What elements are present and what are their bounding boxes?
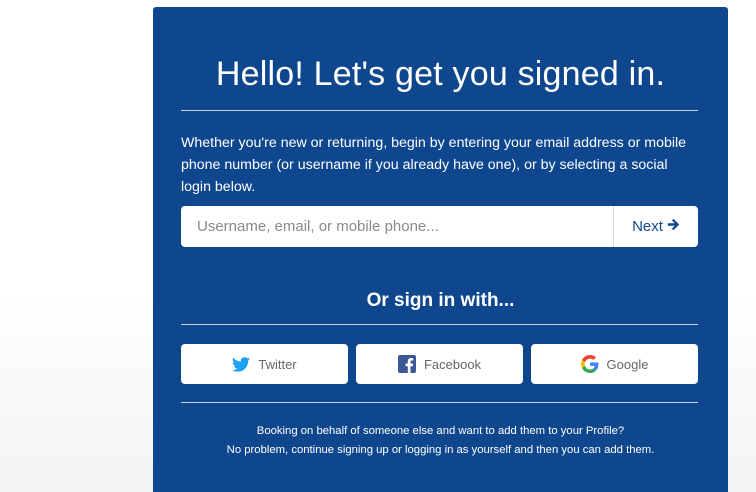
twitter-login-button[interactable]: Twitter [181, 344, 348, 384]
footer-line-1: Booking on behalf of someone else and wa… [256, 425, 625, 437]
google-login-button[interactable]: Google [531, 344, 698, 384]
footer-line-2: No problem, continue signing up or loggi… [226, 444, 655, 456]
twitter-label: Twitter [258, 356, 297, 372]
signin-panel: Hello! Let's get you signed in. Whether … [153, 7, 728, 492]
arrow-right-icon [667, 218, 680, 235]
social-login-row: Twitter Facebook Google [181, 344, 698, 384]
twitter-icon [232, 356, 251, 372]
username-input[interactable] [181, 206, 613, 247]
or-sign-in-heading: Or sign in with... [366, 290, 515, 311]
social-divider [181, 324, 698, 325]
footer-note: Booking on behalf of someone else and wa… [153, 422, 728, 460]
google-icon [580, 355, 599, 373]
login-form: Next [181, 206, 698, 247]
title-divider [181, 110, 698, 111]
next-button-label: Next [632, 218, 663, 235]
page-title: Hello! Let's get you signed in. [215, 55, 666, 93]
google-label: Google [606, 356, 649, 372]
facebook-login-button[interactable]: Facebook [356, 344, 523, 384]
next-button[interactable]: Next [613, 206, 698, 247]
facebook-label: Facebook [423, 356, 482, 372]
facebook-icon [397, 355, 416, 373]
footer-divider [181, 402, 698, 403]
intro-text: Whether you're new or returning, begin b… [181, 135, 687, 195]
